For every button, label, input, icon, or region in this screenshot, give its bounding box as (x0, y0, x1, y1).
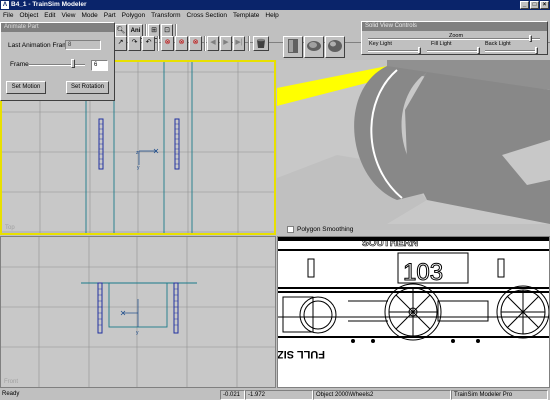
reference-image-viewport[interactable]: SOUTHERN 103 FULL SIZE FOR O GAUGE (277, 236, 550, 388)
menu-transform[interactable]: Transform (148, 10, 183, 21)
frame-field[interactable]: 6 (91, 60, 108, 71)
viewport-3d[interactable] (277, 60, 550, 224)
menu-part[interactable]: Part (101, 10, 119, 21)
svg-text:y: y (136, 330, 139, 336)
box-primitive-icon[interactable] (283, 36, 303, 58)
arrow-back-icon[interactable]: ↗ (114, 36, 127, 51)
set-motion-button[interactable]: Set Motion (6, 81, 46, 94)
viewport-label-front: Front (4, 379, 19, 385)
frame-slider-track[interactable] (29, 64, 85, 66)
front-axis-gizmo (120, 299, 139, 327)
key-light-thumb[interactable] (418, 47, 421, 54)
solid-view-title: Solid View Controls (362, 22, 547, 31)
menu-help[interactable]: Help (262, 10, 281, 21)
frame-slider-thumb[interactable] (70, 59, 75, 68)
viewport-front[interactable]: y Front (0, 236, 276, 388)
toolbar-separator (248, 36, 250, 51)
primitive-toolbar (283, 36, 361, 58)
frame-label: Frame (10, 61, 29, 68)
solid-view-canvas (277, 60, 550, 224)
reference-drawing: SOUTHERN 103 FULL SIZE FOR O GAUGE (278, 237, 549, 387)
axis-gizmo (138, 148, 159, 165)
polygon-smoothing-row: Polygon Smoothing (277, 224, 550, 235)
fill-light-thumb[interactable] (477, 47, 480, 54)
delete-all-icon[interactable]: ⊗ (175, 36, 188, 51)
toolbar-separator (204, 36, 206, 51)
toolbar-row-2: ↗ ↷ ↶ ⊗ ⊗ ⊗ ◀ ▶ ▶| (114, 36, 274, 51)
sphere-primitive-icon[interactable] (325, 36, 345, 58)
end-icon[interactable]: ▶| (233, 36, 245, 51)
coord-y: -1.972 (245, 390, 313, 400)
delete-icon[interactable]: ⊗ (161, 36, 174, 51)
menu-edit[interactable]: Edit (41, 10, 58, 21)
last-frame-field[interactable]: 8 (65, 40, 101, 50)
back-light-thumb[interactable] (535, 47, 538, 54)
bucket-icon[interactable] (253, 36, 269, 51)
menu-view[interactable]: View (58, 10, 78, 21)
next-icon[interactable]: ▶ (220, 36, 232, 51)
menu-template[interactable]: Template (230, 10, 262, 21)
key-light-label: Key Light (369, 41, 392, 47)
ref-text-scale: FULL SIZE FOR O GAUGE (278, 348, 325, 360)
redo-icon[interactable]: ↷ (128, 36, 141, 51)
toolbar-separator (157, 36, 159, 51)
undo-icon[interactable]: ↶ (142, 36, 155, 51)
menu-object[interactable]: Object (16, 10, 41, 21)
zoom-slider-track[interactable] (368, 38, 540, 40)
ref-text-number: 103 (403, 259, 443, 286)
polygon-smoothing-checkbox[interactable] (287, 226, 294, 233)
window-title: B4_1 - TrainSim Modeler (11, 1, 87, 8)
menu-bar: File Object Edit View Mode Part Polygon Transfo… (0, 10, 550, 21)
maximize-icon[interactable]: □ (530, 1, 539, 9)
menu-file[interactable]: File (0, 10, 16, 21)
status-bar: Ready -0.021 -1.972 Object 2000\Wheels2 … (0, 389, 550, 400)
polygon-smoothing-label: Polygon Smoothing (297, 226, 354, 233)
title-bar: Λ B4_1 - TrainSim Modeler _ □ × (0, 0, 550, 10)
cylinder-primitive-icon[interactable] (304, 36, 324, 58)
zoom-slider-thumb[interactable] (529, 35, 533, 42)
object-path: Object 2000\Wheels2 (313, 390, 451, 400)
fill-light-slider[interactable] (427, 50, 477, 52)
menu-cross-section[interactable]: Cross Section (184, 10, 230, 21)
front-view-canvas: y (1, 237, 275, 387)
set-rotation-button[interactable]: Set Rotation (66, 81, 109, 94)
animate-part-title: Animate Part (1, 23, 114, 32)
ref-text-southern: SOUTHERN (362, 238, 418, 249)
menu-mode[interactable]: Mode (78, 10, 100, 21)
product-name: TrainSim Modeler Pro (451, 390, 548, 400)
viewport-label-top: Top (5, 225, 15, 231)
status-text: Ready (2, 391, 20, 397)
last-frame-label: Last Animation Frame: (8, 42, 74, 49)
coord-x: -0.021 (220, 390, 245, 400)
menu-polygon[interactable]: Polygon (119, 10, 149, 21)
fill-light-label: Fill Light (431, 41, 452, 47)
prev-icon[interactable]: ◀ (207, 36, 219, 51)
close-icon[interactable]: × (540, 1, 549, 9)
key-light-slider[interactable] (368, 50, 418, 52)
app-icon[interactable]: Λ (1, 1, 9, 9)
svg-text:z: z (136, 150, 139, 156)
solid-view-controls: Solid View Controls Zoom Key Light Fill … (361, 21, 548, 55)
cut-icon[interactable]: ⊗ (189, 36, 202, 51)
back-light-label: Back Light (485, 41, 511, 47)
animate-part-dialog: Animate Part Last Animation Frame: 8 Fra… (0, 22, 115, 101)
back-light-slider[interactable] (485, 50, 535, 52)
minimize-icon[interactable]: _ (520, 1, 529, 9)
svg-text:y: y (137, 165, 140, 171)
